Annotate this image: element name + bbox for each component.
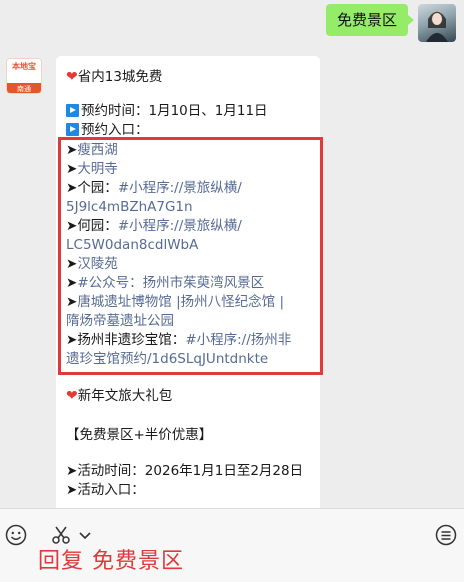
play-button-icon [66, 123, 79, 136]
message-line[interactable]: ➤#公众号：扬州市茱萸湾风景区 [66, 274, 264, 293]
bot-avatar[interactable]: 本地宝 南通 [6, 58, 42, 94]
message-link[interactable]: LC5W0dan8cdlWbA [66, 237, 198, 253]
emoji-icon[interactable] [4, 523, 28, 547]
reply-caption: 回复 免费景区 [38, 549, 184, 574]
play-button-icon [66, 104, 79, 117]
arrow-icon: ➤ [66, 482, 78, 498]
bot-avatar-brand: 本地宝 [7, 59, 41, 83]
message-line: ➤个园：#小程序://景旅纵横/ [66, 179, 242, 198]
user-message-text: 免费景区 [336, 11, 397, 29]
arrow-icon: ➤ [66, 332, 78, 348]
user-avatar[interactable] [418, 4, 456, 42]
message-link[interactable]: #小程序://景旅纵横/ [118, 218, 242, 234]
arrow-icon: ➤ [66, 463, 78, 479]
message-text: 【免费景区+半价优惠】 [66, 427, 213, 443]
arrow-icon: ➤ [66, 161, 78, 177]
bot-avatar-city: 南通 [7, 83, 41, 93]
arrow-icon: ➤ [66, 294, 78, 310]
message-line: ❤︎省内13城免费 [66, 68, 162, 87]
message-line: ➤扬州非遗珍宝馆：#小程序://扬州非 [66, 331, 291, 350]
message-line[interactable]: ➤瘦西湖 [66, 141, 118, 160]
message-line: ➤活动时间：2026年1月1日至2月28日 [66, 462, 303, 481]
message-text: 省内13城免费 [77, 69, 163, 85]
message-line[interactable]: 遗珍宝馆预约/1d6SLqJUntdnkte [66, 350, 268, 369]
arrow-icon: ➤ [66, 256, 78, 272]
message-bubble[interactable]: ❤︎省内13城免费 预约时间：1月10日、1月11日 预约入口： ➤瘦西湖 ➤大明寺 ➤个… [56, 56, 320, 516]
message-link[interactable]: 唐城遗址博物馆 |扬州八怪纪念馆 | [77, 294, 284, 310]
message-text: 活动时间：2026年1月1日至2月28日 [77, 463, 304, 479]
message-link[interactable]: 5J9lc4mBZhA7G1n [66, 199, 193, 215]
message-text: 活动入口： [77, 482, 145, 498]
arrow-icon: ➤ [66, 218, 78, 234]
message-text: 预约入口： [81, 122, 149, 138]
message-line[interactable]: ➤汉陵苑 [66, 255, 118, 274]
message-line: ➤活动入口： [66, 481, 145, 500]
message-link[interactable]: 汉陵苑 [77, 256, 118, 272]
message-link[interactable]: 大明寺 [77, 161, 118, 177]
message-text: 新年文旅大礼包 [77, 388, 173, 404]
user-message-bubble[interactable]: 免费景区 [326, 4, 414, 36]
menu-icon[interactable] [434, 523, 458, 547]
heart-icon: ❤︎ [66, 69, 78, 85]
arrow-icon: ➤ [66, 142, 78, 158]
message-line: 【免费景区+半价优惠】 [66, 426, 212, 445]
arrow-icon: ➤ [66, 180, 78, 196]
message-link[interactable]: 瘦西湖 [77, 142, 118, 158]
message-text: 扬州非遗珍宝馆： [77, 332, 186, 348]
message-line: 预约时间：1月10日、1月11日 [66, 102, 268, 121]
message-line[interactable]: LC5W0dan8cdlWbA [66, 236, 198, 255]
message-link[interactable]: 遗珍宝馆预约/1d6SLqJUntdnkte [66, 351, 268, 367]
message-link[interactable]: #小程序://景旅纵横/ [118, 180, 242, 196]
message-text: 个园： [77, 180, 118, 196]
message-text: 何园： [77, 218, 118, 234]
user-avatar-image [426, 11, 448, 42]
arrow-icon: ➤ [66, 275, 78, 291]
message-line[interactable]: ➤大明寺 [66, 160, 118, 179]
message-line: ➤何园：#小程序://景旅纵横/ [66, 217, 242, 236]
message-line[interactable]: ➤唐城遗址博物馆 |扬州八怪纪念馆 | [66, 293, 284, 312]
message-line: 预约入口： [66, 121, 149, 140]
message-link[interactable]: 隋炀帝墓遗址公园 [66, 313, 174, 329]
message-line[interactable]: 5J9lc4mBZhA7G1n [66, 198, 193, 217]
message-link[interactable]: #小程序://扬州非 [185, 332, 291, 348]
message-text: 预约时间：1月10日、1月11日 [81, 103, 268, 119]
heart-icon: ❤︎ [66, 388, 78, 404]
message-line: ❤︎新年文旅大礼包 [66, 387, 172, 406]
message-link[interactable]: #公众号：扬州市茱萸湾风景区 [77, 275, 264, 291]
message-line[interactable]: 隋炀帝墓遗址公园 [66, 312, 174, 331]
